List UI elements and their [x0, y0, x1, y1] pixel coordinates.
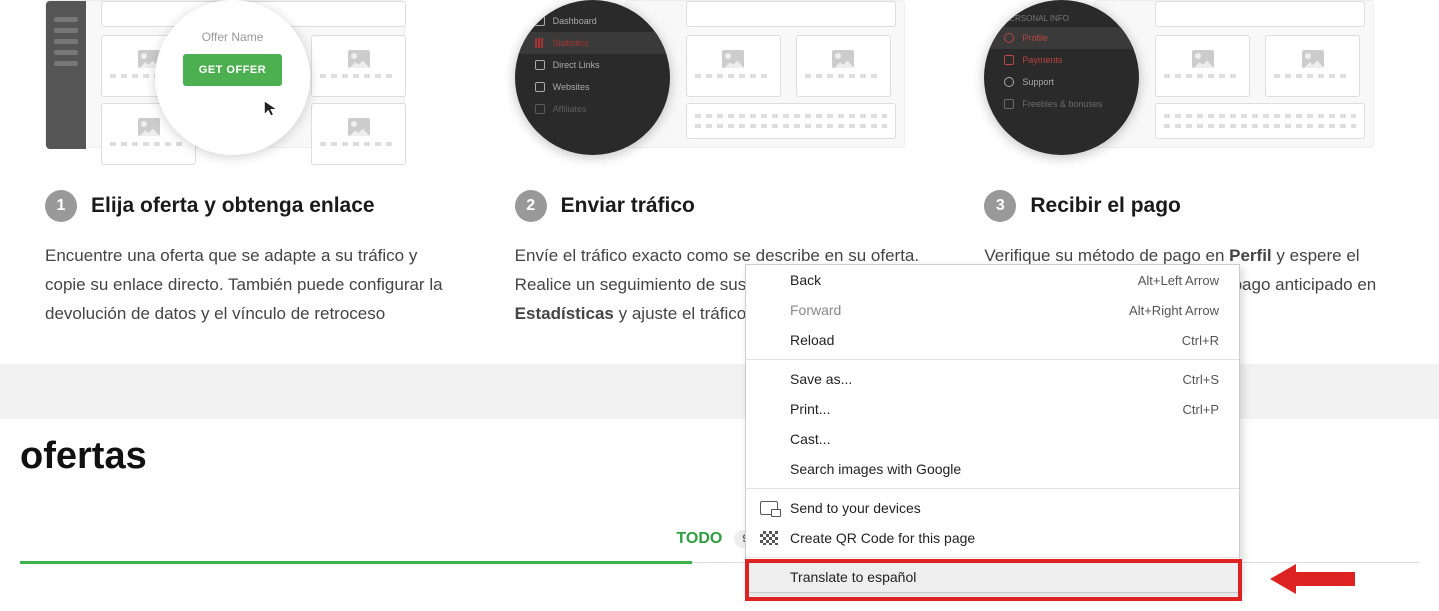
get-offer-button: GET OFFER [183, 54, 282, 86]
ctx-send-devices[interactable]: Send to your devices [746, 493, 1239, 523]
step-1-body: Encuentre una oferta que se adapte a su … [45, 242, 455, 329]
step-3-number: 3 [984, 190, 1016, 222]
ctx-separator [746, 488, 1239, 489]
ctx-print[interactable]: Print...Ctrl+P [746, 394, 1239, 424]
menu-item-freebies: Freebies & bonuses [1022, 99, 1102, 109]
step-2-title: Enviar tráfico [561, 194, 695, 218]
browser-context-menu[interactable]: BackAlt+Left Arrow ForwardAlt+Right Arro… [745, 264, 1240, 593]
ctx-create-qr[interactable]: Create QR Code for this page [746, 523, 1239, 553]
menu-item-support: Support [1022, 77, 1054, 87]
menu-item-profile: Profile [1022, 33, 1048, 43]
qr-icon [760, 531, 778, 545]
menu-item-dashboard: Dashboard [553, 16, 597, 26]
tab-active-indicator [20, 561, 692, 564]
ctx-cast[interactable]: Cast... [746, 424, 1239, 454]
menu-item-payments: Payments [1022, 55, 1062, 65]
step-3-title: Recibir el pago [1030, 194, 1181, 218]
offer-name-label: Offer Name [202, 30, 264, 44]
annotation-arrow-icon [1270, 564, 1360, 594]
ctx-reload[interactable]: ReloadCtrl+R [746, 325, 1239, 355]
step-1-title: Elija oferta y obtenga enlace [91, 194, 375, 218]
step-1-number: 1 [45, 190, 77, 222]
step-2-illustration: Dashboard Statistics Direct Links Websit… [515, 0, 925, 160]
step-3-lens: PERSONAL INFO Profile Payments Support F… [984, 0, 1139, 155]
ctx-forward: ForwardAlt+Right Arrow [746, 295, 1239, 325]
ctx-translate[interactable]: Translate to español [746, 562, 1239, 592]
cursor-icon [263, 100, 281, 118]
menu-item-affiliates: Affiliates [553, 104, 587, 114]
menu-item-direct-links: Direct Links [553, 60, 600, 70]
step-1-illustration: Offer Name GET OFFER [45, 0, 455, 160]
step-2-number: 2 [515, 190, 547, 222]
step-2-lens: Dashboard Statistics Direct Links Websit… [515, 0, 670, 155]
menu-item-statistics: Statistics [553, 38, 589, 48]
step-1-lens: Offer Name GET OFFER [155, 0, 310, 155]
menu-item-websites: Websites [553, 82, 590, 92]
step-1: Offer Name GET OFFER 1 Elija oferta y ob… [45, 0, 455, 329]
ctx-back[interactable]: BackAlt+Left Arrow [746, 265, 1239, 295]
ctx-search-images[interactable]: Search images with Google [746, 454, 1239, 484]
devices-icon [760, 501, 778, 515]
tab-todo[interactable]: TODO [676, 516, 722, 562]
ctx-save-as[interactable]: Save as...Ctrl+S [746, 364, 1239, 394]
ctx-separator [746, 557, 1239, 558]
step-3-illustration: PERSONAL INFO Profile Payments Support F… [984, 0, 1394, 160]
ctx-separator [746, 359, 1239, 360]
